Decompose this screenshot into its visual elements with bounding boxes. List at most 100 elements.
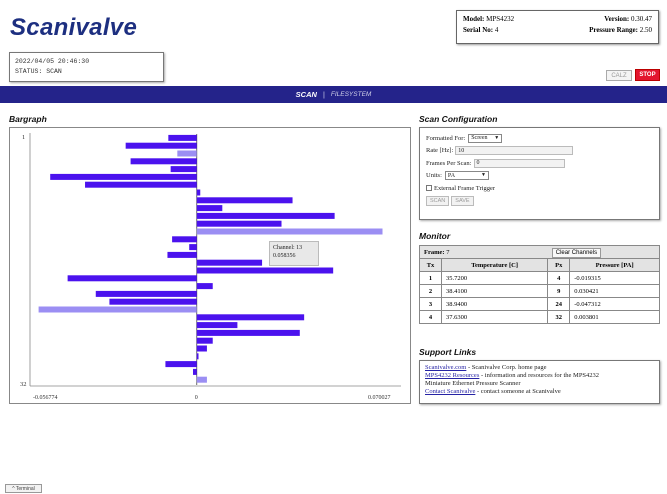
bar-channel-28[interactable]: [196, 345, 207, 352]
external-trigger-checkbox[interactable]: [426, 185, 432, 191]
xzero-label: 0: [195, 395, 198, 401]
xmax-label: 0.070027: [368, 395, 391, 401]
monitor-title: Monitor: [419, 231, 451, 241]
bar-channel-9[interactable]: [196, 197, 293, 204]
pressure-cell: -0.047312: [569, 297, 660, 311]
bar-channel-7[interactable]: [85, 181, 197, 188]
scanivalve-logo: Scanivalve: [10, 14, 138, 41]
pressure-cell: 0.003801: [569, 310, 660, 324]
bar-channel-30[interactable]: [165, 361, 197, 368]
bar-channel-5[interactable]: [170, 166, 197, 173]
tooltip-channel: Channel: 13: [273, 245, 303, 251]
bar-channel-3[interactable]: [177, 150, 197, 157]
px-cell: 24: [547, 297, 571, 311]
calz-button[interactable]: CALZ: [606, 70, 632, 81]
nav-scan[interactable]: SCAN: [296, 90, 317, 99]
bar-channel-27[interactable]: [196, 337, 213, 344]
bar-channel-24[interactable]: [196, 314, 305, 321]
range-info: Pressure Range: 2.50: [589, 26, 652, 34]
status-panel: 2022/04/05 20:46:30 STATUS: SCAN: [9, 52, 164, 82]
bar-channel-20[interactable]: [196, 283, 213, 290]
bargraph-chart: 1 32 -0.056774 0 0.070027: [20, 133, 401, 401]
bar-channel-15[interactable]: [189, 244, 197, 251]
temperature-cell: 38.9400: [440, 297, 549, 311]
bar-channel-22[interactable]: [109, 298, 197, 305]
chevron-down-icon: ▼: [480, 173, 486, 178]
scanivalve-link-desc: - Scanivalve Corp. home page: [466, 364, 547, 371]
bar-channel-23[interactable]: [38, 306, 197, 313]
formatted-for-select[interactable]: Screen ▼: [468, 133, 503, 143]
bar-channel-11[interactable]: [196, 212, 335, 219]
bar-channel-31[interactable]: [192, 368, 197, 375]
frame-label: Frame:: [424, 248, 445, 256]
table-row: 3 38.9400 24 -0.047312: [419, 297, 660, 311]
bar-channel-1[interactable]: [168, 134, 197, 141]
frame-value: 7: [446, 248, 450, 256]
stop-button[interactable]: STOP: [635, 69, 660, 81]
tooltip-value: 0.058356: [273, 253, 296, 259]
bar-channel-14[interactable]: [172, 236, 197, 243]
temperature-cell: 38.4100: [440, 284, 549, 298]
table-row: 1 35.7200 4 -0.019315: [419, 271, 660, 285]
bar-channel-18[interactable]: [196, 267, 334, 274]
bar-channel-21[interactable]: [95, 290, 197, 297]
header-px: Px: [547, 258, 571, 272]
bar-channel-10[interactable]: [196, 205, 223, 212]
units-select[interactable]: PA ▼: [444, 171, 489, 180]
frames-input[interactable]: 0: [473, 158, 565, 168]
bar-channel-2[interactable]: [125, 142, 197, 149]
formatted-for-value: Screen: [471, 135, 488, 141]
temperature-cell: 35.7200: [440, 271, 549, 285]
bar-channel-4[interactable]: [130, 158, 197, 165]
terminal-button[interactable]: ^ Terminal: [5, 484, 42, 493]
bar-channel-17[interactable]: [196, 259, 263, 266]
mps4232-resources-link[interactable]: MPS4232 Resources: [425, 372, 479, 379]
rate-label: Rate [Hz]:: [426, 147, 454, 154]
bar-channel-6[interactable]: [50, 173, 197, 180]
external-trigger-label: External Frame Trigger: [434, 184, 496, 192]
table-row: 2 38.4100 9 0.030421: [419, 284, 660, 298]
tx-cell: 1: [419, 271, 442, 285]
formatted-for-label: Formatted For:: [426, 134, 466, 142]
temperature-cell: 37.6300: [440, 310, 549, 324]
bar-channel-12[interactable]: [196, 220, 282, 227]
bar-channel-32[interactable]: [196, 376, 207, 383]
scanivalve-link[interactable]: Scanivalve.com: [425, 364, 466, 371]
mps4232-link-desc-continued: Miniature Ethernet Pressure Scanner: [425, 380, 521, 387]
bargraph-panel: 1 32 -0.056774 0 0.070027: [9, 127, 411, 404]
units-label: Units:: [426, 172, 442, 179]
clear-cell: Clear Channels: [547, 245, 660, 259]
monitor-table: Frame: 7 Clear Channels Tx Temperature […: [418, 245, 660, 324]
navbar: SCAN | FILESYSTEM: [0, 86, 667, 103]
nav-filesystem[interactable]: FILESYSTEM: [331, 91, 371, 98]
nav-separator: |: [322, 90, 325, 99]
tx-cell: 4: [419, 310, 442, 324]
scan-button[interactable]: SCAN: [426, 195, 450, 206]
header-pressure: Pressure [PA]: [569, 258, 660, 272]
tx-cell: 2: [419, 284, 442, 298]
save-button[interactable]: SAVE: [451, 195, 474, 206]
header-tx: Tx: [419, 258, 442, 272]
bar-channel-29[interactable]: [196, 353, 199, 360]
bar-channel-13[interactable]: [196, 228, 383, 235]
contact-scanivalve-link[interactable]: Contact Scanivalve: [425, 388, 475, 395]
bar-channel-16[interactable]: [167, 251, 197, 258]
bar-tooltip: Channel: 13 0.058356: [269, 241, 319, 266]
model-info: Model: MPS4232: [463, 15, 515, 23]
rate-input[interactable]: 10: [455, 146, 574, 155]
bar-channel-19[interactable]: [67, 275, 197, 282]
clear-channels-button[interactable]: Clear Channels: [551, 247, 602, 258]
frame-cell: Frame: 7: [418, 245, 548, 259]
support-links-panel: Scanivalve.com - Scanivalve Corp. home p…: [419, 360, 660, 404]
frames-label: Frames Per Scan:: [426, 159, 472, 167]
tx-cell: 3: [419, 297, 442, 311]
bargraph-title: Bargraph: [9, 114, 47, 124]
header-temperature: Temperature [C]: [440, 258, 549, 272]
bar-channel-25[interactable]: [196, 322, 238, 329]
units-value: PA: [447, 172, 456, 179]
bar-channel-8[interactable]: [196, 189, 201, 196]
contact-link-desc: - contact someone at Scanivalve: [475, 388, 561, 395]
first-channel-label: 1: [22, 134, 25, 141]
scan-config-panel: Formatted For: Screen ▼ Rate [Hz]: 10 Fr…: [419, 127, 660, 220]
bar-channel-26[interactable]: [196, 329, 300, 336]
